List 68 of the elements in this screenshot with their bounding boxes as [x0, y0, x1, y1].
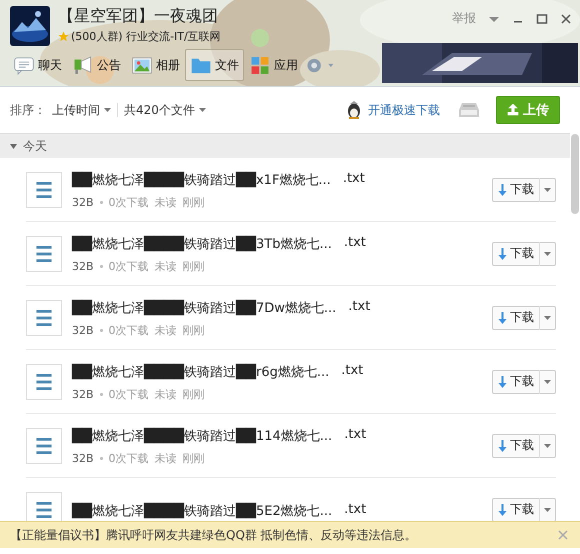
file-extension: .txt: [348, 299, 370, 316]
caret-icon: [544, 316, 551, 320]
group-header[interactable]: 今天: [0, 133, 570, 158]
text-file-icon: [26, 428, 62, 464]
download-count: 0次下载: [108, 195, 149, 210]
upload-icon: [507, 104, 519, 116]
file-size: 32B: [72, 196, 94, 209]
download-button[interactable]: 下载: [492, 306, 556, 330]
caret-icon: [198, 108, 206, 112]
download-button[interactable]: 下载: [492, 498, 556, 522]
inbox-tray-icon[interactable]: [458, 102, 480, 118]
text-file-icon: [26, 236, 62, 272]
download-button[interactable]: 下载: [492, 178, 556, 202]
caret-icon: [544, 380, 551, 384]
file-size: 32B: [72, 452, 94, 465]
caret-icon: [104, 108, 111, 112]
penguin-icon: [346, 101, 362, 119]
upload-time: 刚刚: [182, 387, 205, 402]
download-button[interactable]: 下载: [492, 434, 556, 458]
download-count: 0次下载: [108, 259, 149, 274]
file-size: 32B: [72, 388, 94, 401]
file-size: 32B: [72, 260, 94, 273]
file-count-dropdown[interactable]: 共420个文件: [124, 102, 212, 118]
file-size: 32B: [72, 324, 94, 337]
speed-download-link[interactable]: 开通极速下载: [368, 102, 440, 118]
down-arrow-icon: [498, 312, 507, 324]
download-count: 0次下载: [108, 323, 149, 338]
caret-icon: [544, 188, 551, 192]
file-name: ██燃烧七泽████铁骑踏过██3Tb燃烧七...: [72, 235, 332, 253]
file-name: ██燃烧七泽████铁骑踏过██r6g燃烧七...: [72, 363, 330, 381]
read-status: 未读: [154, 451, 177, 466]
caret-icon: [544, 252, 551, 256]
file-name: ██燃烧七泽████铁骑踏过██114燃烧七...: [72, 427, 332, 445]
file-extension: .txt: [344, 502, 366, 518]
upload-time: 刚刚: [182, 451, 205, 466]
down-arrow-icon: [498, 248, 507, 260]
upload-time: 刚刚: [182, 259, 205, 274]
group-label: 今天: [23, 138, 47, 154]
read-status: 未读: [154, 387, 177, 402]
notice-text: 【正能量倡议书】腾讯呼吁网友共建绿色QQ群 抵制色情、反动等违法信息。: [10, 526, 418, 544]
text-file-icon: [26, 172, 62, 208]
scrollbar[interactable]: [571, 134, 579, 214]
read-status: 未读: [154, 195, 177, 210]
down-arrow-icon: [498, 440, 507, 452]
sort-label: 排序：: [10, 102, 46, 118]
text-file-icon: [26, 364, 62, 400]
down-arrow-icon: [498, 184, 507, 196]
down-arrow-icon: [498, 504, 507, 516]
upload-time: 刚刚: [182, 195, 205, 210]
read-status: 未读: [154, 259, 177, 274]
file-extension: .txt: [344, 427, 366, 444]
caret-icon: [544, 508, 551, 512]
sort-dropdown[interactable]: 上传时间: [52, 102, 117, 118]
file-extension: .txt: [341, 363, 364, 380]
download-count: 0次下载: [108, 387, 149, 402]
file-name: ██燃烧七泽████铁骑踏过██7Dw燃烧七...: [72, 299, 336, 317]
text-file-icon: [26, 300, 62, 336]
down-arrow-icon: [498, 376, 507, 388]
file-extension: .txt: [344, 235, 366, 252]
download-button[interactable]: 下载: [492, 242, 556, 266]
download-button[interactable]: 下载: [492, 370, 556, 394]
read-status: 未读: [154, 323, 177, 338]
caret-icon: [544, 444, 551, 448]
upload-time: 刚刚: [182, 323, 205, 338]
file-name: ██燃烧七泽████铁骑踏过██5E2燃烧七...: [72, 502, 332, 520]
file-name: ██燃烧七泽████铁骑踏过██x1F燃烧七...: [72, 171, 331, 189]
download-count: 0次下载: [108, 451, 149, 466]
file-extension: .txt: [342, 171, 365, 188]
